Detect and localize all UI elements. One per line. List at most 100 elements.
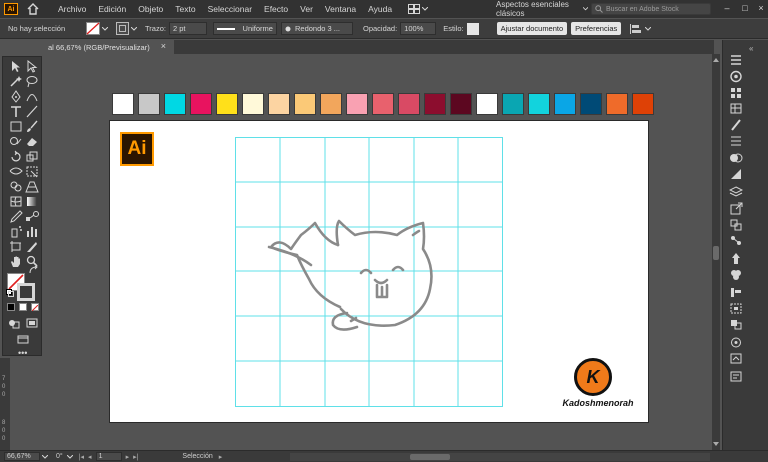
color-swatch[interactable] <box>112 93 134 115</box>
chevron-down-icon[interactable] <box>102 26 108 31</box>
free-transform-tool-icon[interactable] <box>25 165 39 178</box>
links-panel-icon[interactable] <box>729 218 743 231</box>
color-swatch[interactable] <box>398 93 420 115</box>
more-tools-icon[interactable]: ••• <box>18 348 27 358</box>
swatches-panel-icon[interactable] <box>729 102 743 115</box>
menu-efecto[interactable]: Efecto <box>258 4 294 14</box>
mesh-tool-icon[interactable] <box>9 195 23 208</box>
width-tool-icon[interactable] <box>9 165 23 178</box>
magic-wand-tool-icon[interactable] <box>9 75 23 88</box>
opentype-panel-icon[interactable] <box>729 370 743 383</box>
eraser-tool-icon[interactable] <box>25 135 39 148</box>
selection-tool-icon[interactable] <box>9 60 23 73</box>
paintbrush-tool-icon[interactable] <box>25 120 39 133</box>
color-swatch[interactable] <box>476 93 498 115</box>
menu-texto[interactable]: Texto <box>169 4 201 14</box>
pathfinder-panel-icon[interactable] <box>729 318 743 331</box>
gradient-tool-icon[interactable] <box>25 195 39 208</box>
paragraph-panel-icon[interactable] <box>729 352 743 365</box>
document-tab[interactable]: al 66,67% (RGB/Previsualizar) × <box>44 40 174 54</box>
color-swatch[interactable] <box>632 93 654 115</box>
previous-artboard-icon[interactable]: ◂ <box>88 453 92 461</box>
horizontal-scroll-thumb[interactable] <box>410 454 450 460</box>
color-swatch[interactable] <box>554 93 576 115</box>
stroke-weight-field[interactable]: 2 pt <box>168 22 207 35</box>
stroke-swatch[interactable] <box>17 283 35 301</box>
chevron-down-icon[interactable] <box>66 454 73 459</box>
preferences-button[interactable]: Preferencias <box>571 22 622 35</box>
default-fill-stroke-icon[interactable] <box>6 289 14 297</box>
gradient-mode-icon[interactable] <box>19 303 27 311</box>
properties-panel-icon[interactable] <box>729 54 743 67</box>
arrange-documents-button[interactable] <box>408 3 432 15</box>
maximize-button[interactable]: □ <box>740 3 750 13</box>
color-swatch[interactable] <box>502 93 524 115</box>
menu-edicion[interactable]: Edición <box>92 4 132 14</box>
menu-seleccionar[interactable]: Seleccionar <box>202 4 258 14</box>
rectangle-tool-icon[interactable] <box>9 120 23 133</box>
chevron-down-icon[interactable] <box>645 26 652 31</box>
symbols-panel-icon[interactable] <box>729 252 743 265</box>
pen-tool-icon[interactable] <box>9 90 23 103</box>
screen-mode-icon[interactable] <box>25 317 39 330</box>
layers-panel-icon[interactable] <box>729 186 743 199</box>
rotation-value[interactable]: 0° <box>56 453 63 460</box>
color-mode-icon[interactable] <box>7 303 15 311</box>
scale-tool-icon[interactable] <box>25 150 39 163</box>
first-artboard-icon[interactable]: |◂ <box>79 453 84 461</box>
export-panel-icon[interactable] <box>729 202 743 215</box>
color-swatch[interactable] <box>268 93 290 115</box>
artboards-panel-icon[interactable] <box>729 234 743 247</box>
column-graph-tool-icon[interactable] <box>25 225 39 238</box>
color-swatch[interactable] <box>450 93 472 115</box>
workspace-select[interactable]: Aspectos esenciales clásicos <box>493 0 591 18</box>
symbol-sprayer-tool-icon[interactable] <box>9 225 23 238</box>
type-tool-icon[interactable] <box>9 105 23 118</box>
opacity-field[interactable]: 100% <box>400 22 437 35</box>
graphic-style-swatch[interactable] <box>466 22 479 35</box>
curvature-tool-icon[interactable] <box>25 90 39 103</box>
zoom-select[interactable]: 66,67% <box>4 452 40 461</box>
color-swatch[interactable] <box>138 93 160 115</box>
rotate-tool-icon[interactable] <box>9 150 23 163</box>
screen-mode-toggle-icon[interactable] <box>16 333 30 346</box>
scroll-down-icon[interactable] <box>713 442 719 446</box>
close-tab-icon[interactable]: × <box>161 41 166 51</box>
scroll-up-icon[interactable] <box>713 58 719 62</box>
color-swatch[interactable] <box>320 93 342 115</box>
color-swatch[interactable] <box>190 93 212 115</box>
color-swatch[interactable] <box>216 93 238 115</box>
last-artboard-icon[interactable]: ▸| <box>133 453 138 461</box>
adjust-document-button[interactable]: Ajustar documento <box>496 22 568 35</box>
transform-panel-icon[interactable] <box>729 302 743 315</box>
menu-ayuda[interactable]: Ayuda <box>362 4 398 14</box>
color-guide-panel-icon[interactable] <box>729 86 743 99</box>
color-swatch[interactable] <box>346 93 368 115</box>
horizontal-scrollbar[interactable] <box>290 453 710 461</box>
blend-tool-icon[interactable] <box>25 210 39 223</box>
artboard-tool-icon[interactable] <box>9 240 23 253</box>
menu-ventana[interactable]: Ventana <box>319 4 362 14</box>
character-panel-icon[interactable] <box>729 336 743 349</box>
minimize-button[interactable]: – <box>722 3 732 13</box>
home-icon[interactable] <box>26 2 40 16</box>
color-swatch[interactable] <box>372 93 394 115</box>
shaper-tool-icon[interactable] <box>9 135 23 148</box>
color-panel-icon[interactable] <box>729 70 743 83</box>
swap-fill-stroke-icon[interactable] <box>29 265 39 274</box>
hand-tool-icon[interactable] <box>9 255 23 268</box>
color-swatch[interactable] <box>424 93 446 115</box>
lasso-tool-icon[interactable] <box>25 75 39 88</box>
chevron-down-icon[interactable] <box>42 454 48 459</box>
vertical-scroll-thumb[interactable] <box>713 246 719 260</box>
gradient-panel-icon[interactable] <box>729 168 743 181</box>
align-panel-icon[interactable] <box>729 286 743 299</box>
chevron-down-icon[interactable] <box>131 26 137 31</box>
variable-width-profile-select[interactable]: Uniforme <box>212 22 277 35</box>
menu-objeto[interactable]: Objeto <box>132 4 169 14</box>
color-swatch[interactable] <box>294 93 316 115</box>
align-icon[interactable] <box>629 23 643 35</box>
status-menu-icon[interactable]: ▸ <box>219 453 223 461</box>
slice-tool-icon[interactable] <box>25 240 39 253</box>
artboard-number-field[interactable]: 1 <box>95 452 122 461</box>
